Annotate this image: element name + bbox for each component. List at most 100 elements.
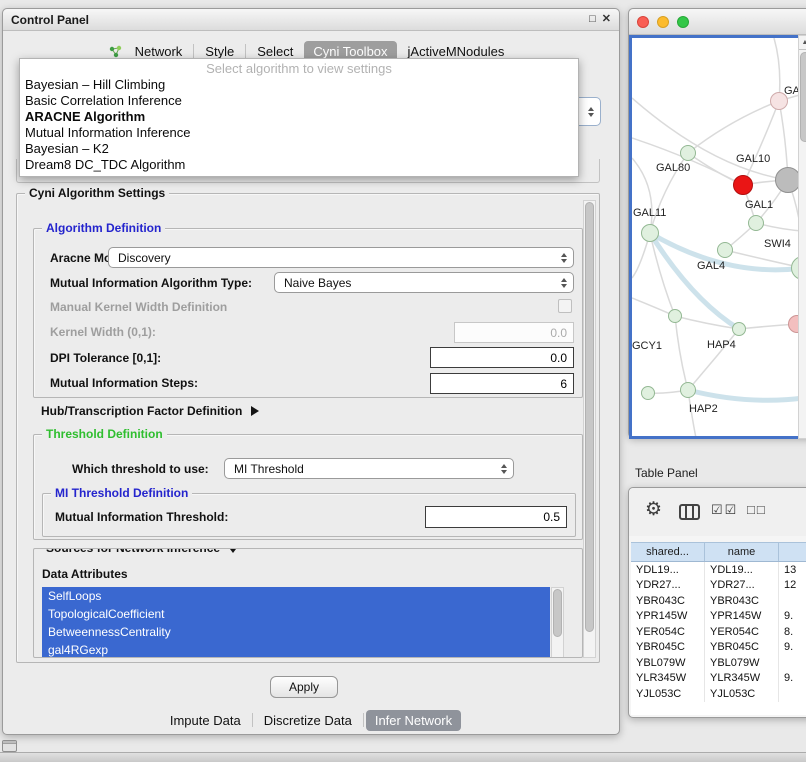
- menu-item-aracne[interactable]: ARACNE Algorithm: [20, 109, 578, 125]
- menu-item-bayesian-k2[interactable]: Bayesian – K2: [20, 141, 578, 157]
- column-settings-icon[interactable]: [679, 504, 700, 520]
- table-panel-window: ⚙ ☑☑ □□ shared... name YDL19...YDL19...1…: [628, 487, 806, 718]
- zoom-button[interactable]: [677, 16, 689, 28]
- dpi-tolerance-value: 0.0: [550, 351, 567, 365]
- menu-item-basic-correlation[interactable]: Basic Correlation Inference: [20, 93, 578, 109]
- mi-steps-field[interactable]: 6: [430, 373, 574, 394]
- float-window-icon[interactable]: □: [589, 14, 596, 25]
- column-header-name[interactable]: name: [705, 543, 779, 561]
- table-row[interactable]: YPR145WYPR145W9.: [631, 609, 806, 625]
- attribute-list-scrollbar-thumb[interactable]: [553, 589, 562, 637]
- minimized-panel-icon[interactable]: [2, 740, 17, 752]
- network-node[interactable]: [748, 215, 764, 231]
- table-row[interactable]: YJL053CYJL053C: [631, 686, 806, 702]
- network-canvas[interactable]: GAL7 GAL80 GAL10 GAL11 GAL1 SWI4 GAL4 GC…: [629, 35, 806, 439]
- hub-definition-expander[interactable]: Hub/Transcription Factor Definition: [41, 404, 259, 418]
- tab-impute-data[interactable]: Impute Data: [161, 710, 250, 731]
- network-node[interactable]: [717, 242, 733, 258]
- node-label: HAP4: [707, 339, 736, 351]
- mi-steps-label: Mutual Information Steps:: [50, 376, 198, 390]
- cell: YBL079W: [631, 655, 705, 671]
- tab-infer-network[interactable]: Infer Network: [366, 710, 461, 731]
- minimize-button[interactable]: [657, 16, 669, 28]
- column-header[interactable]: [779, 543, 806, 561]
- manual-kernel-checkbox[interactable]: [558, 299, 572, 313]
- status-bar: [0, 752, 806, 762]
- cell: YJL053C: [705, 686, 779, 702]
- sources-expander[interactable]: Sources for Network Inference: [42, 548, 243, 556]
- close-button[interactable]: [637, 16, 649, 28]
- cell: YDR27...: [705, 578, 779, 594]
- cell: 13: [779, 562, 806, 578]
- desktop: Control Panel □ ✕ Network Style Select C…: [0, 0, 806, 762]
- kernel-width-field[interactable]: 0.0: [454, 322, 574, 343]
- attribute-item-selected[interactable]: SelfLoops: [42, 587, 550, 605]
- attribute-item-selected[interactable]: TopologicalCoefficient: [42, 605, 550, 623]
- node-label: GAL1: [745, 199, 773, 211]
- attribute-item-selected[interactable]: gal4RGexp: [42, 641, 550, 658]
- traffic-lights: [637, 16, 689, 28]
- network-scrollbar-thumb[interactable]: [800, 52, 806, 142]
- network-tab-icon: [109, 45, 122, 58]
- aracne-mode-combobox[interactable]: Discovery: [108, 247, 574, 268]
- menu-item-mutual-information[interactable]: Mutual Information Inference: [20, 125, 578, 141]
- network-node-highlighted[interactable]: [733, 175, 753, 195]
- mi-threshold-value: 0.5: [543, 510, 560, 524]
- combo-arrows-icon: [588, 107, 594, 117]
- mi-threshold-label: Mutual Information Threshold:: [55, 510, 228, 524]
- table-row[interactable]: YBL079WYBL079W: [631, 655, 806, 671]
- cell: YBR045C: [705, 640, 779, 656]
- network-node[interactable]: [668, 309, 682, 323]
- control-panel-titlebar[interactable]: Control Panel □ ✕: [3, 9, 619, 31]
- settings-scrollbar-thumb[interactable]: [585, 202, 594, 632]
- network-node[interactable]: [680, 145, 696, 161]
- which-threshold-value: MI Threshold: [234, 462, 304, 476]
- attribute-item-selected[interactable]: BetweennessCentrality: [42, 623, 550, 641]
- tab-divider: [252, 713, 253, 727]
- close-window-icon[interactable]: ✕: [602, 14, 611, 25]
- cell: YPR145W: [631, 609, 705, 625]
- table-row[interactable]: YLR345WYLR345W9.: [631, 671, 806, 687]
- which-threshold-combobox[interactable]: MI Threshold: [224, 458, 514, 479]
- scroll-up-icon[interactable]: ▲: [799, 36, 806, 50]
- network-node[interactable]: [680, 382, 696, 398]
- gear-icon[interactable]: ⚙: [645, 498, 662, 521]
- table-row[interactable]: YBR045CYBR045C9.: [631, 640, 806, 656]
- combo-arrows-icon: [561, 253, 567, 263]
- hub-definition-label: Hub/Transcription Factor Definition: [41, 404, 242, 418]
- cell: YLR345W: [705, 671, 779, 687]
- network-node[interactable]: [641, 224, 659, 242]
- network-node[interactable]: [732, 322, 746, 336]
- mi-type-combobox[interactable]: Naive Bayes: [274, 272, 574, 293]
- table-row[interactable]: YDL19...YDL19...13: [631, 562, 806, 578]
- mi-threshold-field[interactable]: 0.5: [425, 506, 567, 528]
- apply-button[interactable]: Apply: [270, 676, 338, 698]
- select-all-checkboxes-icon[interactable]: ☑☑: [711, 502, 738, 518]
- algorithm-dropdown-menu: Select algorithm to view settings Bayesi…: [19, 58, 579, 177]
- tab-discretize-data[interactable]: Discretize Data: [255, 710, 361, 731]
- dropdown-placeholder: Select algorithm to view settings: [20, 61, 578, 77]
- settings-scrollbar[interactable]: [583, 200, 596, 658]
- table-row[interactable]: YDR27...YDR27...12: [631, 578, 806, 594]
- cell: 12: [779, 578, 806, 594]
- table-toolbar: ⚙ ☑☑ □□: [629, 488, 806, 536]
- column-header-shared-name[interactable]: shared...: [631, 543, 705, 561]
- table-row[interactable]: YBR043CYBR043C: [631, 593, 806, 609]
- menu-item-bayesian-hill-climbing[interactable]: Bayesian – Hill Climbing: [20, 77, 578, 93]
- attribute-list: SelfLoops TopologicalCoefficient Between…: [42, 587, 550, 658]
- deselect-all-checkboxes-icon[interactable]: □□: [747, 502, 767, 517]
- mi-type-value: Naive Bayes: [284, 276, 351, 290]
- dpi-tolerance-field[interactable]: 0.0: [430, 347, 574, 368]
- network-node[interactable]: [641, 386, 655, 400]
- network-scrollbar[interactable]: ▲: [798, 35, 806, 439]
- cell: [779, 686, 806, 702]
- window-buttons: □ ✕: [589, 14, 611, 25]
- menu-item-dream8[interactable]: Dream8 DC_TDC Algorithm: [20, 157, 578, 173]
- attribute-list-scrollbar[interactable]: [551, 587, 564, 658]
- tab-divider: [245, 44, 246, 58]
- cell: YBR043C: [705, 593, 779, 609]
- network-view-window: GAL7 GAL80 GAL10 GAL11 GAL1 SWI4 GAL4 GC…: [628, 8, 806, 438]
- network-window-titlebar[interactable]: [629, 9, 806, 35]
- table-row[interactable]: YER054CYER054C8.: [631, 624, 806, 640]
- expanded-arrow-icon: [227, 548, 239, 553]
